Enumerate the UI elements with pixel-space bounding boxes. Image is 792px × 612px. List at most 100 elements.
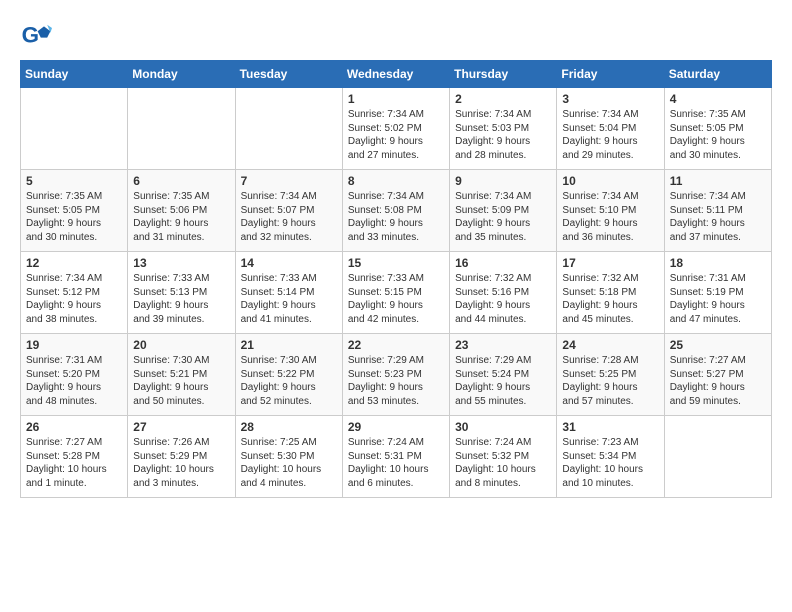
day-info: Sunrise: 7:33 AM Sunset: 5:13 PM Dayligh…: [133, 272, 229, 326]
day-number: 23: [455, 338, 551, 352]
day-info: Sunrise: 7:34 AM Sunset: 5:09 PM Dayligh…: [455, 190, 551, 244]
day-info: Sunrise: 7:30 AM Sunset: 5:22 PM Dayligh…: [241, 354, 337, 408]
day-info: Sunrise: 7:33 AM Sunset: 5:14 PM Dayligh…: [241, 272, 337, 326]
calendar-day-cell: 6 Sunrise: 7:35 AM Sunset: 5:06 PM Daylig…: [128, 170, 235, 252]
calendar-day-cell: 22 Sunrise: 7:29 AM Sunset: 5:23 PM Dayli…: [342, 334, 449, 416]
day-number: 3: [562, 92, 658, 106]
day-info: Sunrise: 7:24 AM Sunset: 5:32 PM Dayligh…: [455, 436, 551, 490]
day-info: Sunrise: 7:34 AM Sunset: 5:07 PM Dayligh…: [241, 190, 337, 244]
weekday-header: Monday: [128, 61, 235, 88]
day-number: 18: [670, 256, 766, 270]
calendar-day-cell: [664, 416, 771, 498]
day-info: Sunrise: 7:23 AM Sunset: 5:34 PM Dayligh…: [562, 436, 658, 490]
day-number: 25: [670, 338, 766, 352]
day-info: Sunrise: 7:34 AM Sunset: 5:12 PM Dayligh…: [26, 272, 122, 326]
day-number: 19: [26, 338, 122, 352]
calendar-day-cell: 12 Sunrise: 7:34 AM Sunset: 5:12 PM Dayli…: [21, 252, 128, 334]
calendar-day-cell: 29 Sunrise: 7:24 AM Sunset: 5:31 PM Dayli…: [342, 416, 449, 498]
calendar-day-cell: 5 Sunrise: 7:35 AM Sunset: 5:05 PM Daylig…: [21, 170, 128, 252]
weekday-header: Friday: [557, 61, 664, 88]
day-number: 17: [562, 256, 658, 270]
calendar-day-cell: 11 Sunrise: 7:34 AM Sunset: 5:11 PM Dayli…: [664, 170, 771, 252]
calendar-day-cell: 3 Sunrise: 7:34 AM Sunset: 5:04 PM Daylig…: [557, 88, 664, 170]
day-number: 9: [455, 174, 551, 188]
day-info: Sunrise: 7:34 AM Sunset: 5:02 PM Dayligh…: [348, 108, 444, 162]
day-number: 1: [348, 92, 444, 106]
day-number: 29: [348, 420, 444, 434]
day-info: Sunrise: 7:34 AM Sunset: 5:03 PM Dayligh…: [455, 108, 551, 162]
day-info: Sunrise: 7:34 AM Sunset: 5:11 PM Dayligh…: [670, 190, 766, 244]
day-number: 5: [26, 174, 122, 188]
weekday-header-row: SundayMondayTuesdayWednesdayThursdayFrid…: [21, 61, 772, 88]
day-info: Sunrise: 7:34 AM Sunset: 5:10 PM Dayligh…: [562, 190, 658, 244]
day-info: Sunrise: 7:35 AM Sunset: 5:06 PM Dayligh…: [133, 190, 229, 244]
day-number: 26: [26, 420, 122, 434]
day-number: 30: [455, 420, 551, 434]
weekday-header: Sunday: [21, 61, 128, 88]
day-number: 4: [670, 92, 766, 106]
day-info: Sunrise: 7:35 AM Sunset: 5:05 PM Dayligh…: [26, 190, 122, 244]
day-info: Sunrise: 7:27 AM Sunset: 5:28 PM Dayligh…: [26, 436, 122, 490]
calendar-day-cell: 15 Sunrise: 7:33 AM Sunset: 5:15 PM Dayli…: [342, 252, 449, 334]
day-info: Sunrise: 7:27 AM Sunset: 5:27 PM Dayligh…: [670, 354, 766, 408]
calendar-day-cell: 28Sunrise: 7:25 AM Sunset: 5:30 PM Dayli…: [235, 416, 342, 498]
calendar-day-cell: 31 Sunrise: 7:23 AM Sunset: 5:34 PM Dayli…: [557, 416, 664, 498]
calendar-day-cell: 18 Sunrise: 7:31 AM Sunset: 5:19 PM Dayli…: [664, 252, 771, 334]
day-number: 11: [670, 174, 766, 188]
day-number: 13: [133, 256, 229, 270]
calendar-day-cell: 21Sunrise: 7:30 AM Sunset: 5:22 PM Dayli…: [235, 334, 342, 416]
weekday-header: Thursday: [450, 61, 557, 88]
calendar-day-cell: 24 Sunrise: 7:28 AM Sunset: 5:25 PM Dayli…: [557, 334, 664, 416]
day-info: Sunrise: 7:33 AM Sunset: 5:15 PM Dayligh…: [348, 272, 444, 326]
calendar-day-cell: 8 Sunrise: 7:34 AM Sunset: 5:08 PM Daylig…: [342, 170, 449, 252]
day-number: 20: [133, 338, 229, 352]
day-info: Sunrise: 7:29 AM Sunset: 5:24 PM Dayligh…: [455, 354, 551, 408]
day-number: 8: [348, 174, 444, 188]
day-number: 28: [241, 420, 337, 434]
day-info: Sunrise: 7:32 AM Sunset: 5:16 PM Dayligh…: [455, 272, 551, 326]
day-info: Sunrise: 7:28 AM Sunset: 5:25 PM Dayligh…: [562, 354, 658, 408]
day-number: 31: [562, 420, 658, 434]
logo-icon: G: [20, 20, 52, 52]
calendar-day-cell: 2 Sunrise: 7:34 AM Sunset: 5:03 PM Daylig…: [450, 88, 557, 170]
weekday-header: Tuesday: [235, 61, 342, 88]
day-info: Sunrise: 7:31 AM Sunset: 5:19 PM Dayligh…: [670, 272, 766, 326]
day-info: Sunrise: 7:34 AM Sunset: 5:04 PM Dayligh…: [562, 108, 658, 162]
calendar-day-cell: 19Sunrise: 7:31 AM Sunset: 5:20 PM Dayli…: [21, 334, 128, 416]
calendar-day-cell: 26 Sunrise: 7:27 AM Sunset: 5:28 PM Dayli…: [21, 416, 128, 498]
day-number: 14: [241, 256, 337, 270]
day-info: Sunrise: 7:24 AM Sunset: 5:31 PM Dayligh…: [348, 436, 444, 490]
calendar-table: SundayMondayTuesdayWednesdayThursdayFrid…: [20, 60, 772, 498]
calendar-day-cell: 27 Sunrise: 7:26 AM Sunset: 5:29 PM Dayli…: [128, 416, 235, 498]
day-number: 12: [26, 256, 122, 270]
calendar-day-cell: 16 Sunrise: 7:32 AM Sunset: 5:16 PM Dayli…: [450, 252, 557, 334]
day-number: 15: [348, 256, 444, 270]
calendar-day-cell: 30 Sunrise: 7:24 AM Sunset: 5:32 PM Dayli…: [450, 416, 557, 498]
calendar-day-cell: 23 Sunrise: 7:29 AM Sunset: 5:24 PM Dayli…: [450, 334, 557, 416]
svg-text:G: G: [22, 22, 39, 47]
day-info: Sunrise: 7:35 AM Sunset: 5:05 PM Dayligh…: [670, 108, 766, 162]
calendar-day-cell: 1 Sunrise: 7:34 AM Sunset: 5:02 PM Daylig…: [342, 88, 449, 170]
calendar-day-cell: 4 Sunrise: 7:35 AM Sunset: 5:05 PM Daylig…: [664, 88, 771, 170]
day-number: 27: [133, 420, 229, 434]
day-number: 16: [455, 256, 551, 270]
day-number: 10: [562, 174, 658, 188]
calendar-week-row: 5 Sunrise: 7:35 AM Sunset: 5:05 PM Daylig…: [21, 170, 772, 252]
calendar-day-cell: 7Sunrise: 7:34 AM Sunset: 5:07 PM Daylig…: [235, 170, 342, 252]
day-number: 2: [455, 92, 551, 106]
logo: G: [20, 20, 58, 52]
calendar-day-cell: [128, 88, 235, 170]
calendar-day-cell: 9 Sunrise: 7:34 AM Sunset: 5:09 PM Daylig…: [450, 170, 557, 252]
day-number: 24: [562, 338, 658, 352]
day-info: Sunrise: 7:34 AM Sunset: 5:08 PM Dayligh…: [348, 190, 444, 244]
day-number: 22: [348, 338, 444, 352]
day-number: 6: [133, 174, 229, 188]
weekday-header: Saturday: [664, 61, 771, 88]
day-info: Sunrise: 7:26 AM Sunset: 5:29 PM Dayligh…: [133, 436, 229, 490]
calendar-week-row: 19Sunrise: 7:31 AM Sunset: 5:20 PM Dayli…: [21, 334, 772, 416]
calendar-week-row: 12 Sunrise: 7:34 AM Sunset: 5:12 PM Dayli…: [21, 252, 772, 334]
page-header: G: [20, 20, 772, 52]
calendar-week-row: 1 Sunrise: 7:34 AM Sunset: 5:02 PM Daylig…: [21, 88, 772, 170]
day-info: Sunrise: 7:29 AM Sunset: 5:23 PM Dayligh…: [348, 354, 444, 408]
weekday-header: Wednesday: [342, 61, 449, 88]
